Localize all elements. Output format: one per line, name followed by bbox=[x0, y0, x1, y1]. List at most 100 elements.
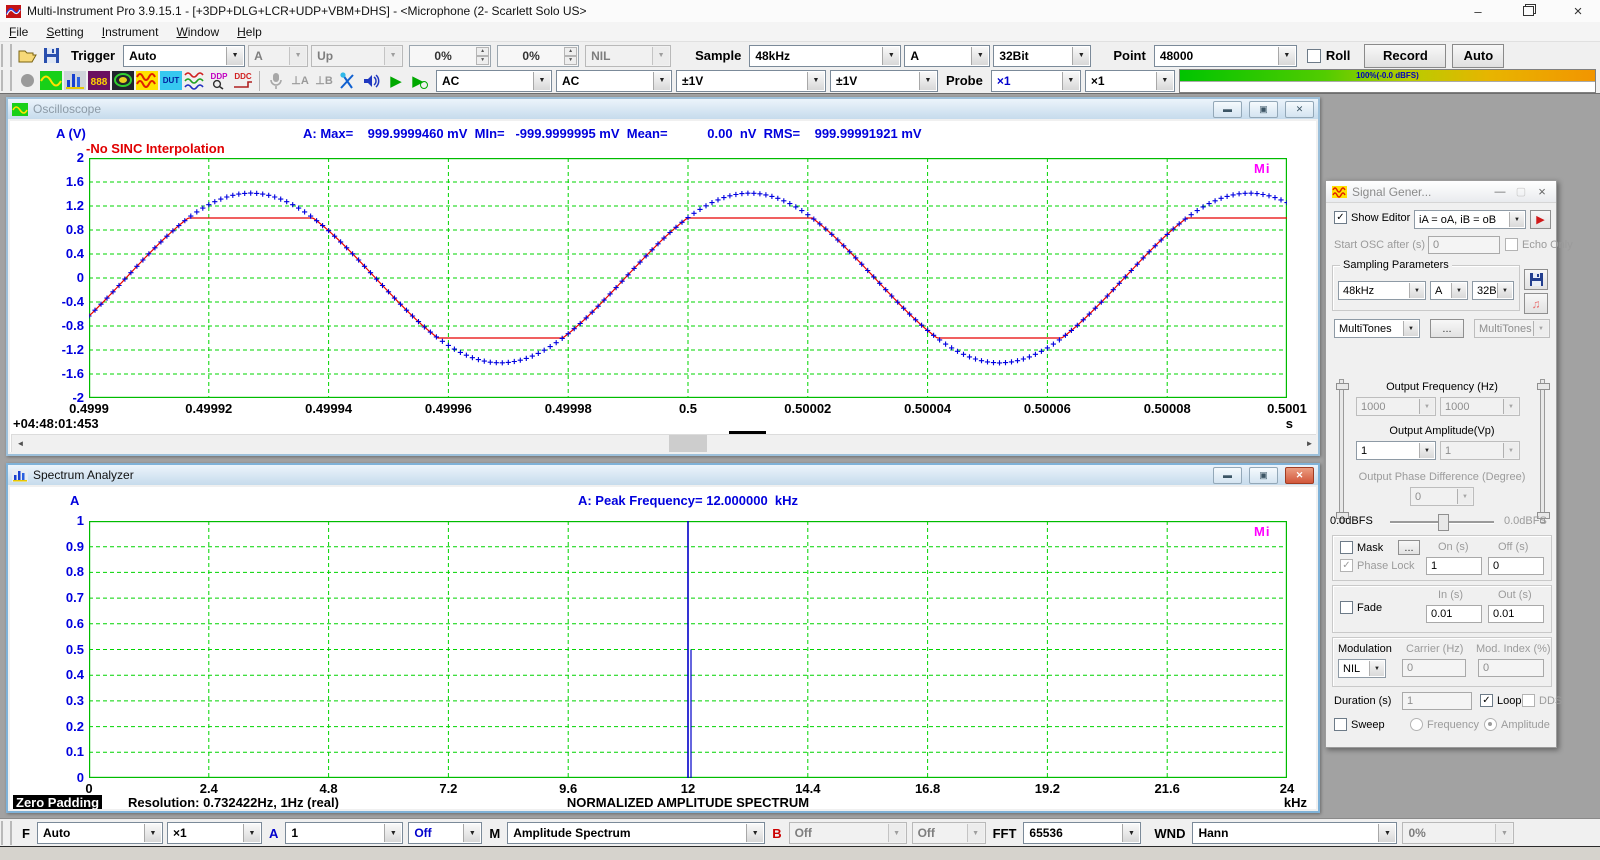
menu-file[interactable]: File bbox=[0, 23, 37, 41]
trigger-mode-combo[interactable]: Auto▼ bbox=[123, 45, 245, 67]
mod-index-input[interactable]: 0 bbox=[1478, 659, 1544, 677]
waveform-b-combo[interactable]: MultiTones▼ bbox=[1474, 319, 1550, 338]
spectrum-plot[interactable] bbox=[89, 521, 1287, 778]
window-function-combo[interactable]: Hann▼ bbox=[1192, 822, 1397, 844]
amplitude-slider-a[interactable] bbox=[1339, 379, 1344, 523]
sampling-rate-combo[interactable]: 48kHz▼ bbox=[749, 45, 901, 67]
minimize-button[interactable]: – bbox=[1468, 4, 1488, 19]
scroll-left-icon[interactable]: ◄ bbox=[12, 435, 29, 452]
close-button[interactable]: × bbox=[1534, 184, 1550, 199]
toolbar-grip[interactable] bbox=[1, 44, 12, 67]
toolbar-grip[interactable] bbox=[1, 821, 12, 845]
sg-sampling-rate-combo[interactable]: 48kHz▼ bbox=[1338, 281, 1426, 300]
open-file-button[interactable] bbox=[15, 45, 39, 67]
close-button[interactable]: × bbox=[1568, 3, 1588, 20]
sg-save-button[interactable] bbox=[1524, 269, 1548, 290]
toolbar-grip[interactable] bbox=[1, 70, 12, 91]
mask-off-input[interactable]: 0 bbox=[1488, 557, 1544, 575]
microphone-icon[interactable] bbox=[264, 70, 288, 92]
oscilloscope-icon[interactable] bbox=[39, 70, 63, 92]
sampling-bits-combo[interactable]: 32Bit▼ bbox=[993, 45, 1091, 67]
sweep-checkbox[interactable]: Sweep bbox=[1334, 718, 1385, 731]
scroll-right-icon[interactable]: ► bbox=[1301, 435, 1316, 452]
scrollbar-thumb[interactable] bbox=[669, 435, 707, 452]
trigger-level-spinner[interactable]: 0% ▲▼ bbox=[409, 45, 491, 67]
fft-size-combo[interactable]: 65536▼ bbox=[1023, 822, 1141, 844]
sound-output-icon[interactable] bbox=[360, 70, 384, 92]
oscilloscope-plot[interactable] bbox=[89, 158, 1287, 398]
sg-run-button[interactable]: ▶ bbox=[1530, 210, 1551, 229]
echo-only-checkbox[interactable]: Echo Only bbox=[1505, 238, 1573, 251]
balance-slider[interactable] bbox=[1390, 521, 1494, 523]
fade-in-input[interactable]: 0.01 bbox=[1426, 605, 1482, 623]
carrier-input[interactable]: 0 bbox=[1402, 659, 1466, 677]
minimize-button[interactable]: ▬ bbox=[1213, 101, 1242, 118]
trigger-edge-combo[interactable]: Up▼ bbox=[311, 45, 403, 67]
wave-editor-button[interactable]: ... bbox=[1430, 319, 1464, 338]
mask-editor-button[interactable]: ... bbox=[1398, 540, 1420, 555]
maximize-button[interactable]: ▣ bbox=[1249, 467, 1278, 484]
oscilloscope-scrollbar[interactable]: ◄ ► bbox=[11, 434, 1316, 452]
sg-tone-button[interactable]: ♫ bbox=[1524, 293, 1548, 314]
range-b-combo[interactable]: ±1V▼ bbox=[830, 70, 938, 92]
probe-b-combo[interactable]: ×1▼ bbox=[1085, 70, 1175, 92]
oscilloscope-titlebar[interactable]: Oscilloscope ▬ ▣ ✕ bbox=[8, 99, 1318, 119]
freq-mult-combo[interactable]: ×1▼ bbox=[167, 822, 262, 844]
probe-calibration-icon[interactable] bbox=[336, 70, 360, 92]
minimize-button[interactable]: ▬ bbox=[1213, 467, 1242, 484]
fade-checkbox[interactable]: Fade bbox=[1340, 601, 1382, 614]
amplitude-a-combo[interactable]: 1▼ bbox=[1356, 441, 1436, 460]
close-button[interactable]: ✕ bbox=[1285, 467, 1314, 484]
multimeter-icon[interactable]: 888 bbox=[87, 70, 111, 92]
gain-a-combo[interactable]: 1▼ bbox=[285, 822, 403, 844]
trigger-delay-spinner[interactable]: 0% ▲▼ bbox=[497, 45, 579, 67]
maximize-button[interactable]: ▢ bbox=[1513, 185, 1529, 198]
overlap-combo[interactable]: 0%▼ bbox=[1402, 822, 1514, 844]
phase-difference-combo[interactable]: 0▼ bbox=[1410, 487, 1474, 506]
derived-data-curves-icon[interactable] bbox=[183, 70, 207, 92]
loop-checkbox[interactable]: ✓Loop bbox=[1480, 694, 1521, 707]
input-a-icon[interactable]: ⊥A bbox=[288, 70, 312, 92]
frequency-b-combo[interactable]: 1000▼ bbox=[1440, 397, 1520, 416]
sweep-amplitude-radio[interactable]: Amplitude bbox=[1484, 718, 1550, 731]
range-a-combo[interactable]: ±1V▼ bbox=[676, 70, 826, 92]
trigger-source-combo[interactable]: A▼ bbox=[248, 45, 308, 67]
save-button[interactable] bbox=[39, 45, 63, 67]
coupling-b-combo[interactable]: AC▼ bbox=[556, 70, 672, 92]
waveform-a-combo[interactable]: MultiTones▼ bbox=[1334, 319, 1420, 338]
phase-lock-checkbox[interactable]: ✓Phase Lock bbox=[1340, 559, 1414, 572]
menu-window[interactable]: Window bbox=[167, 23, 228, 41]
coupling-a-combo[interactable]: AC▼ bbox=[436, 70, 552, 92]
spectrum-titlebar[interactable]: Spectrum Analyzer ▬ ▣ ✕ bbox=[8, 465, 1318, 485]
sweep-frequency-radio[interactable]: Frequency bbox=[1410, 718, 1479, 731]
ddc-icon[interactable]: DDC bbox=[231, 70, 255, 92]
trigger-hpf-combo[interactable]: NIL▼ bbox=[585, 45, 671, 67]
run-icon[interactable]: ▶ bbox=[384, 70, 408, 92]
run-loop-icon[interactable]: ▶ bbox=[408, 70, 432, 92]
derived-data-point-icon[interactable]: DDP bbox=[207, 70, 231, 92]
mask-checkbox[interactable]: Mask bbox=[1340, 541, 1383, 554]
option-b-combo[interactable]: Off▼ bbox=[912, 822, 986, 844]
minimize-button[interactable]: — bbox=[1492, 186, 1508, 198]
signal-generator-titlebar[interactable]: Signal Gener... — ▢ × bbox=[1326, 181, 1556, 203]
sg-sampling-channel-combo[interactable]: A▼ bbox=[1430, 281, 1468, 300]
frequency-a-combo[interactable]: 1000▼ bbox=[1356, 397, 1436, 416]
amplitude-slider-b[interactable] bbox=[1540, 379, 1545, 523]
signal-generator-icon[interactable] bbox=[135, 70, 159, 92]
record-button[interactable]: Record bbox=[1364, 44, 1446, 68]
gain-b-combo[interactable]: Off▼ bbox=[789, 822, 907, 844]
mask-on-input[interactable]: 1 bbox=[1426, 557, 1482, 575]
record-length-combo[interactable]: 48000▼ bbox=[1154, 45, 1297, 67]
duration-input[interactable]: 1 bbox=[1402, 692, 1472, 710]
menu-setting[interactable]: Setting bbox=[37, 23, 92, 41]
probe-a-combo[interactable]: ×1▼ bbox=[991, 70, 1081, 92]
option-a-combo[interactable]: Off▼ bbox=[408, 822, 482, 844]
spectrum-analyzer-icon[interactable] bbox=[63, 70, 87, 92]
device-test-plan-icon[interactable]: DUT bbox=[159, 70, 183, 92]
fade-out-input[interactable]: 0.01 bbox=[1488, 605, 1544, 623]
amplitude-b-combo[interactable]: 1▼ bbox=[1440, 441, 1520, 460]
sg-sampling-bits-combo[interactable]: 32Bit▼ bbox=[1472, 281, 1514, 300]
dds-checkbox[interactable]: DDS bbox=[1522, 694, 1562, 707]
show-editor-checkbox[interactable]: ✓Show Editor bbox=[1334, 211, 1410, 224]
input-b-icon[interactable]: ⊥B bbox=[312, 70, 336, 92]
